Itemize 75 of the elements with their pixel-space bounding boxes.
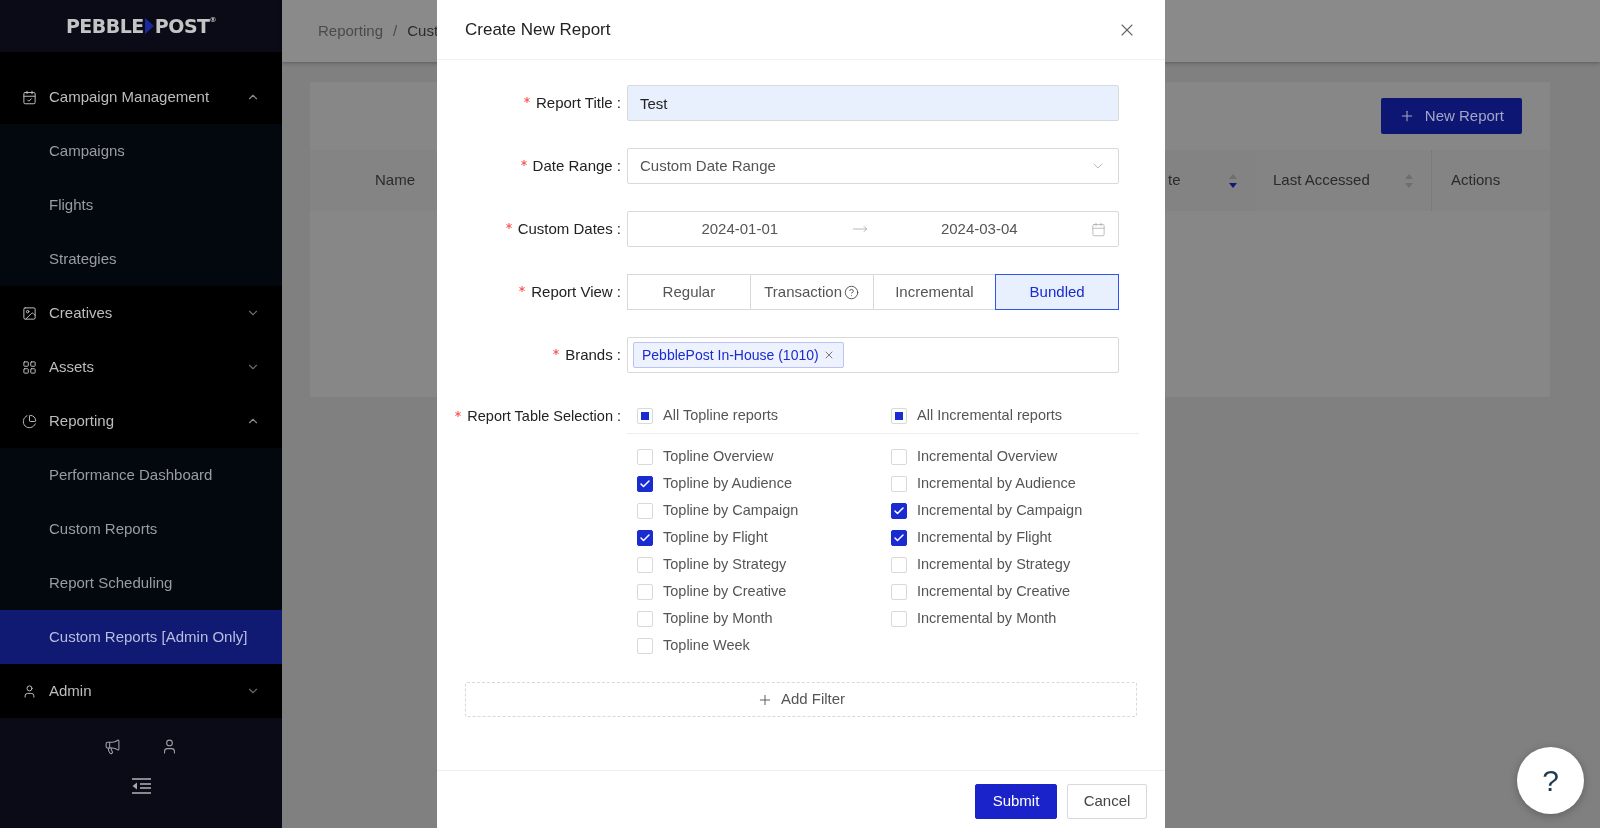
column-header[interactable]: Actions: [1432, 150, 1550, 211]
megaphone-icon[interactable]: [104, 738, 121, 755]
field-label: Date Range :: [532, 155, 621, 176]
add-filter-button[interactable]: Add Filter: [465, 682, 1137, 717]
menu-item[interactable]: Custom Reports: [0, 502, 282, 556]
checkbox-label: Topline by Campaign: [663, 500, 799, 520]
checkbox-label: Topline by Flight: [663, 527, 768, 547]
date-range-select[interactable]: Custom Date Range: [627, 148, 1119, 184]
view-option[interactable]: Bundled: [995, 274, 1119, 310]
checkbox[interactable]: [637, 475, 653, 492]
checkbox-label: Incremental by Campaign: [917, 500, 1083, 520]
pie-chart-icon: [22, 413, 37, 429]
image-icon: [22, 305, 37, 321]
menu-item[interactable]: Report Scheduling: [0, 556, 282, 610]
column-label: Last Accessed: [1273, 170, 1370, 191]
checkbox-label: Incremental by Audience: [917, 473, 1076, 493]
menu-item[interactable]: Flights: [0, 178, 282, 232]
checkbox-label: Incremental Overview: [917, 446, 1058, 466]
menu-group-label: Reporting: [49, 410, 116, 431]
checkbox-label: Incremental by Strategy: [917, 554, 1071, 574]
checkbox-label: Incremental by Flight: [917, 527, 1052, 547]
new-report-button[interactable]: New Report: [1380, 98, 1522, 134]
check-icon: [893, 531, 905, 544]
check-icon: [639, 531, 651, 544]
checkbox-label: Incremental by Month: [917, 608, 1057, 628]
checkbox-label: Incremental by Creative: [917, 581, 1071, 601]
dialog-title: Create New Report: [465, 18, 611, 41]
view-option[interactable]: Incremental: [872, 274, 997, 310]
checkbox-label: Topline Week: [663, 635, 750, 655]
checkbox-label: All Topline reports: [663, 405, 778, 425]
menu-item[interactable]: Strategies: [0, 232, 282, 286]
checkbox-label: Topline by Strategy: [663, 554, 787, 574]
check-icon: [893, 504, 905, 517]
checkbox-label: Topline by Month: [663, 608, 773, 628]
menu-group-label: Assets: [49, 356, 95, 377]
column-label: Name: [375, 170, 415, 191]
menu-group-label: Campaign Management: [49, 86, 211, 107]
breadcrumb-item: Cust: [407, 20, 439, 41]
field-label: Report View :: [531, 281, 621, 302]
checkbox[interactable]: [891, 502, 907, 519]
check-icon: [639, 477, 651, 490]
checkbox[interactable]: [891, 529, 907, 546]
calendar-icon: [22, 89, 37, 105]
grid-icon: [22, 359, 37, 375]
view-option[interactable]: Regular: [627, 274, 751, 310]
checkbox-label: All Incremental reports: [917, 405, 1063, 425]
brands-field[interactable]: PebblePost In-House (1010): [627, 337, 1119, 373]
report-title-field[interactable]: Test: [627, 85, 1119, 121]
menu-item[interactable]: Performance Dashboard: [0, 448, 282, 502]
submit-button[interactable]: Submit: [975, 784, 1057, 819]
checkbox-label: Topline by Audience: [663, 473, 792, 493]
view-option[interactable]: Transaction: [749, 274, 874, 310]
checkbox-label: Topline Overview: [663, 446, 774, 466]
start-date-field[interactable]: 2024-01-01: [628, 217, 852, 241]
help-icon[interactable]: [844, 284, 860, 300]
menu-item[interactable]: Custom Reports [Admin Only]: [0, 610, 282, 664]
column-label: te: [1168, 170, 1181, 191]
collapse-menu-icon[interactable]: [131, 778, 151, 794]
menu-group-label: Creatives: [49, 302, 114, 323]
column-label: Actions: [1451, 170, 1501, 191]
checkbox[interactable]: [637, 529, 653, 546]
field-label: Report Table Selection :: [467, 407, 621, 427]
user-icon[interactable]: [161, 738, 178, 755]
sort-icon[interactable]: [1229, 173, 1237, 188]
column-header[interactable]: Last Accessed: [1255, 150, 1432, 211]
field-label: Brands :: [565, 344, 621, 365]
menu-group-label: Admin: [49, 680, 93, 701]
user-icon: [22, 683, 37, 699]
field-label: Custom Dates :: [517, 218, 621, 239]
checkbox-label: Topline by Creative: [663, 581, 787, 601]
menu-item[interactable]: Campaigns: [0, 124, 282, 178]
cancel-button[interactable]: Cancel: [1067, 784, 1147, 819]
end-date-field[interactable]: 2024-03-04: [867, 217, 1091, 241]
field-label: Report Title :: [535, 92, 621, 113]
brand-tag-label: PebblePost In-House (1010): [642, 345, 819, 365]
